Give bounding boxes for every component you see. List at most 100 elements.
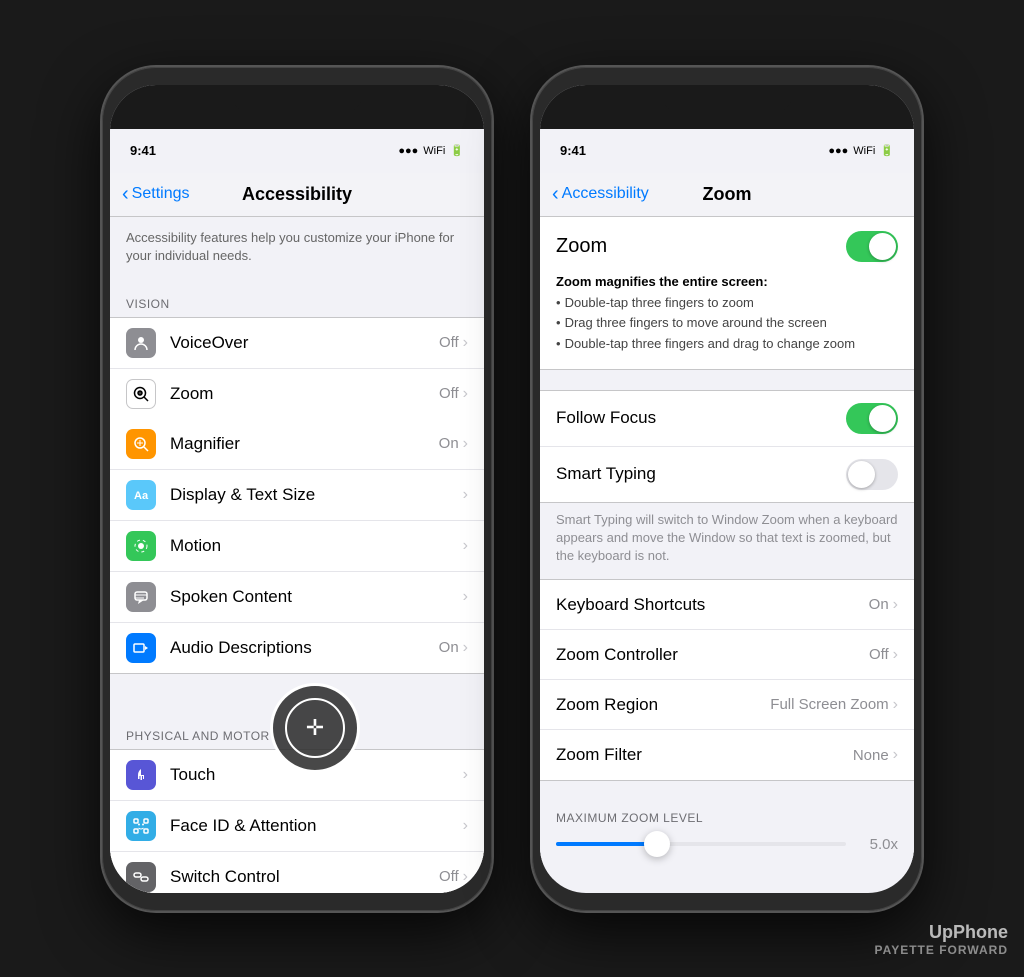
voiceover-value: Off (439, 334, 459, 351)
zoom-dpad-arrows: ✛ (306, 715, 324, 741)
nav-title-right: Zoom (703, 184, 752, 205)
spoken-label: Spoken Content (170, 587, 463, 607)
list-item-voiceover[interactable]: VoiceOver Off › (110, 318, 484, 369)
magnifier-value: On (439, 435, 459, 452)
list-item-switch[interactable]: Switch Control Off › (110, 852, 484, 893)
audio-value: On (439, 639, 459, 656)
notch-cutout (232, 85, 362, 113)
back-chevron-right: ‹ (552, 184, 559, 204)
settings-item-keyboard[interactable]: Keyboard Shortcuts On › (540, 580, 914, 630)
settings-item-zoomfilter[interactable]: Zoom Filter None › (540, 730, 914, 780)
watermark-line1: UpPhone (875, 922, 1008, 943)
list-item-zoom[interactable]: Zoom Off › (110, 369, 484, 419)
spoken-right: › (463, 588, 468, 606)
audio-label: Audio Descriptions (170, 638, 439, 658)
screen-content-right: Zoom Zoom magnifies the entire screen: •… (540, 217, 914, 880)
zoom-toggle-row: Zoom (556, 231, 898, 262)
status-time-left: 9:41 (130, 143, 156, 158)
zoom-value: Off (439, 385, 459, 402)
slider-row: 5.0x (556, 829, 898, 859)
settings-item-smarttyping[interactable]: Smart Typing (540, 447, 914, 502)
zoomfilter-chevron: › (893, 746, 898, 764)
list-item-magnifier[interactable]: Magnifier On › (110, 419, 484, 470)
status-time-right: 9:41 (560, 143, 586, 158)
notch-left (110, 85, 484, 129)
keyboard-value: On (869, 596, 889, 613)
list-item-faceid[interactable]: Face ID & Attention › (110, 801, 484, 852)
scene: 9:41 ●●● WiFi 🔋 ‹ Settings Accessibility… (82, 47, 942, 931)
switch-right: Off › (439, 868, 468, 886)
audio-icon (126, 633, 156, 663)
followfocus-right (846, 403, 898, 434)
keyboard-right: On › (869, 596, 898, 614)
zoomregion-chevron: › (893, 696, 898, 714)
zoom-chevron: › (463, 385, 468, 403)
slider-area: 5.0x (540, 829, 914, 879)
settings-item-zoomregion[interactable]: Zoom Region Full Screen Zoom › (540, 680, 914, 730)
list-item-motion[interactable]: Motion › (110, 521, 484, 572)
display-chevron: › (463, 486, 468, 504)
nav-back-left[interactable]: ‹ Settings (122, 184, 189, 204)
magnifier-label: Magnifier (170, 434, 439, 454)
back-label-right[interactable]: Accessibility (562, 185, 649, 203)
zoomregion-value: Full Screen Zoom (770, 696, 888, 713)
zoom-top-card: Zoom Zoom magnifies the entire screen: •… (540, 217, 914, 370)
list-item-spoken[interactable]: Spoken Content › (110, 572, 484, 623)
physical-list: Touch › Face ID & Attention › (110, 749, 484, 893)
spoken-chevron: › (463, 588, 468, 606)
zoomcontroller-label: Zoom Controller (556, 645, 869, 665)
display-right: › (463, 486, 468, 504)
accessibility-description: Accessibility features help you customiz… (110, 217, 484, 277)
signal-icon: ●●● (398, 145, 418, 157)
keyboard-chevron: › (893, 596, 898, 614)
zoom-controller-overlay: ✛ (270, 683, 360, 773)
wifi-icon-right: WiFi (853, 145, 875, 157)
zoomcontroller-right: Off › (869, 646, 898, 664)
settings-item-followfocus[interactable]: Follow Focus (540, 391, 914, 447)
zoomregion-label: Zoom Region (556, 695, 770, 715)
zoomcontroller-value: Off (869, 646, 889, 663)
nav-bar-left: ‹ Settings Accessibility (110, 173, 484, 217)
zoom-options-group: Keyboard Shortcuts On › Zoom Controller … (540, 579, 914, 781)
watermark: UpPhone PAYETTE FORWARD (875, 922, 1008, 957)
motion-chevron: › (463, 537, 468, 555)
phone-left: 9:41 ●●● WiFi 🔋 ‹ Settings Accessibility… (102, 67, 492, 911)
phone-left-screen: 9:41 ●●● WiFi 🔋 ‹ Settings Accessibility… (110, 85, 484, 893)
smarttyping-toggle[interactable] (846, 459, 898, 490)
settings-item-zoomcontroller[interactable]: Zoom Controller Off › (540, 630, 914, 680)
signal-icon-right: ●●● (828, 145, 848, 157)
followfocus-toggle[interactable] (846, 403, 898, 434)
screen-content-left: Accessibility features help you customiz… (110, 217, 484, 893)
display-icon: Aa (126, 480, 156, 510)
display-label: Display & Text Size (170, 485, 463, 505)
list-item-display[interactable]: Aa Display & Text Size › (110, 470, 484, 521)
svg-text:Aa: Aa (134, 490, 149, 502)
zoomfilter-label: Zoom Filter (556, 745, 853, 765)
smarttyping-label: Smart Typing (556, 464, 846, 484)
voiceover-right: Off › (439, 334, 468, 352)
nav-back-right[interactable]: ‹ Accessibility (552, 184, 649, 204)
audio-chevron: › (463, 639, 468, 657)
status-icons-left: ●●● WiFi 🔋 (398, 144, 464, 157)
magnifier-right: On › (439, 435, 468, 453)
battery-icon: 🔋 (450, 144, 464, 157)
status-bar-right: 9:41 ●●● WiFi 🔋 (540, 129, 914, 173)
slider-wrapper[interactable] (556, 829, 846, 859)
list-item-audio[interactable]: Audio Descriptions On › (110, 623, 484, 673)
zoom-bullet-3-text: Double-tap three fingers and drag to cha… (565, 334, 856, 355)
faceid-icon (126, 811, 156, 841)
battery-icon-right: 🔋 (880, 144, 894, 157)
zoom-level-value: 5.0x (870, 836, 898, 853)
faceid-chevron: › (463, 817, 468, 835)
motion-label: Motion (170, 536, 463, 556)
magnifier-chevron: › (463, 435, 468, 453)
zoomcontroller-chevron: › (893, 646, 898, 664)
phone-right: 9:41 ●●● WiFi 🔋 ‹ Accessibility Zoom (532, 67, 922, 911)
vision-list: VoiceOver Off › Zoom Off (110, 317, 484, 674)
zoom-main-toggle[interactable] (846, 231, 898, 262)
zoomfilter-value: None (853, 747, 889, 764)
zoomfilter-right: None › (853, 746, 898, 764)
zoom-bullet-3: • Double-tap three fingers and drag to c… (556, 334, 898, 355)
zoom-bullet-2: • Drag three fingers to move around the … (556, 313, 898, 334)
back-label-left[interactable]: Settings (132, 185, 190, 203)
